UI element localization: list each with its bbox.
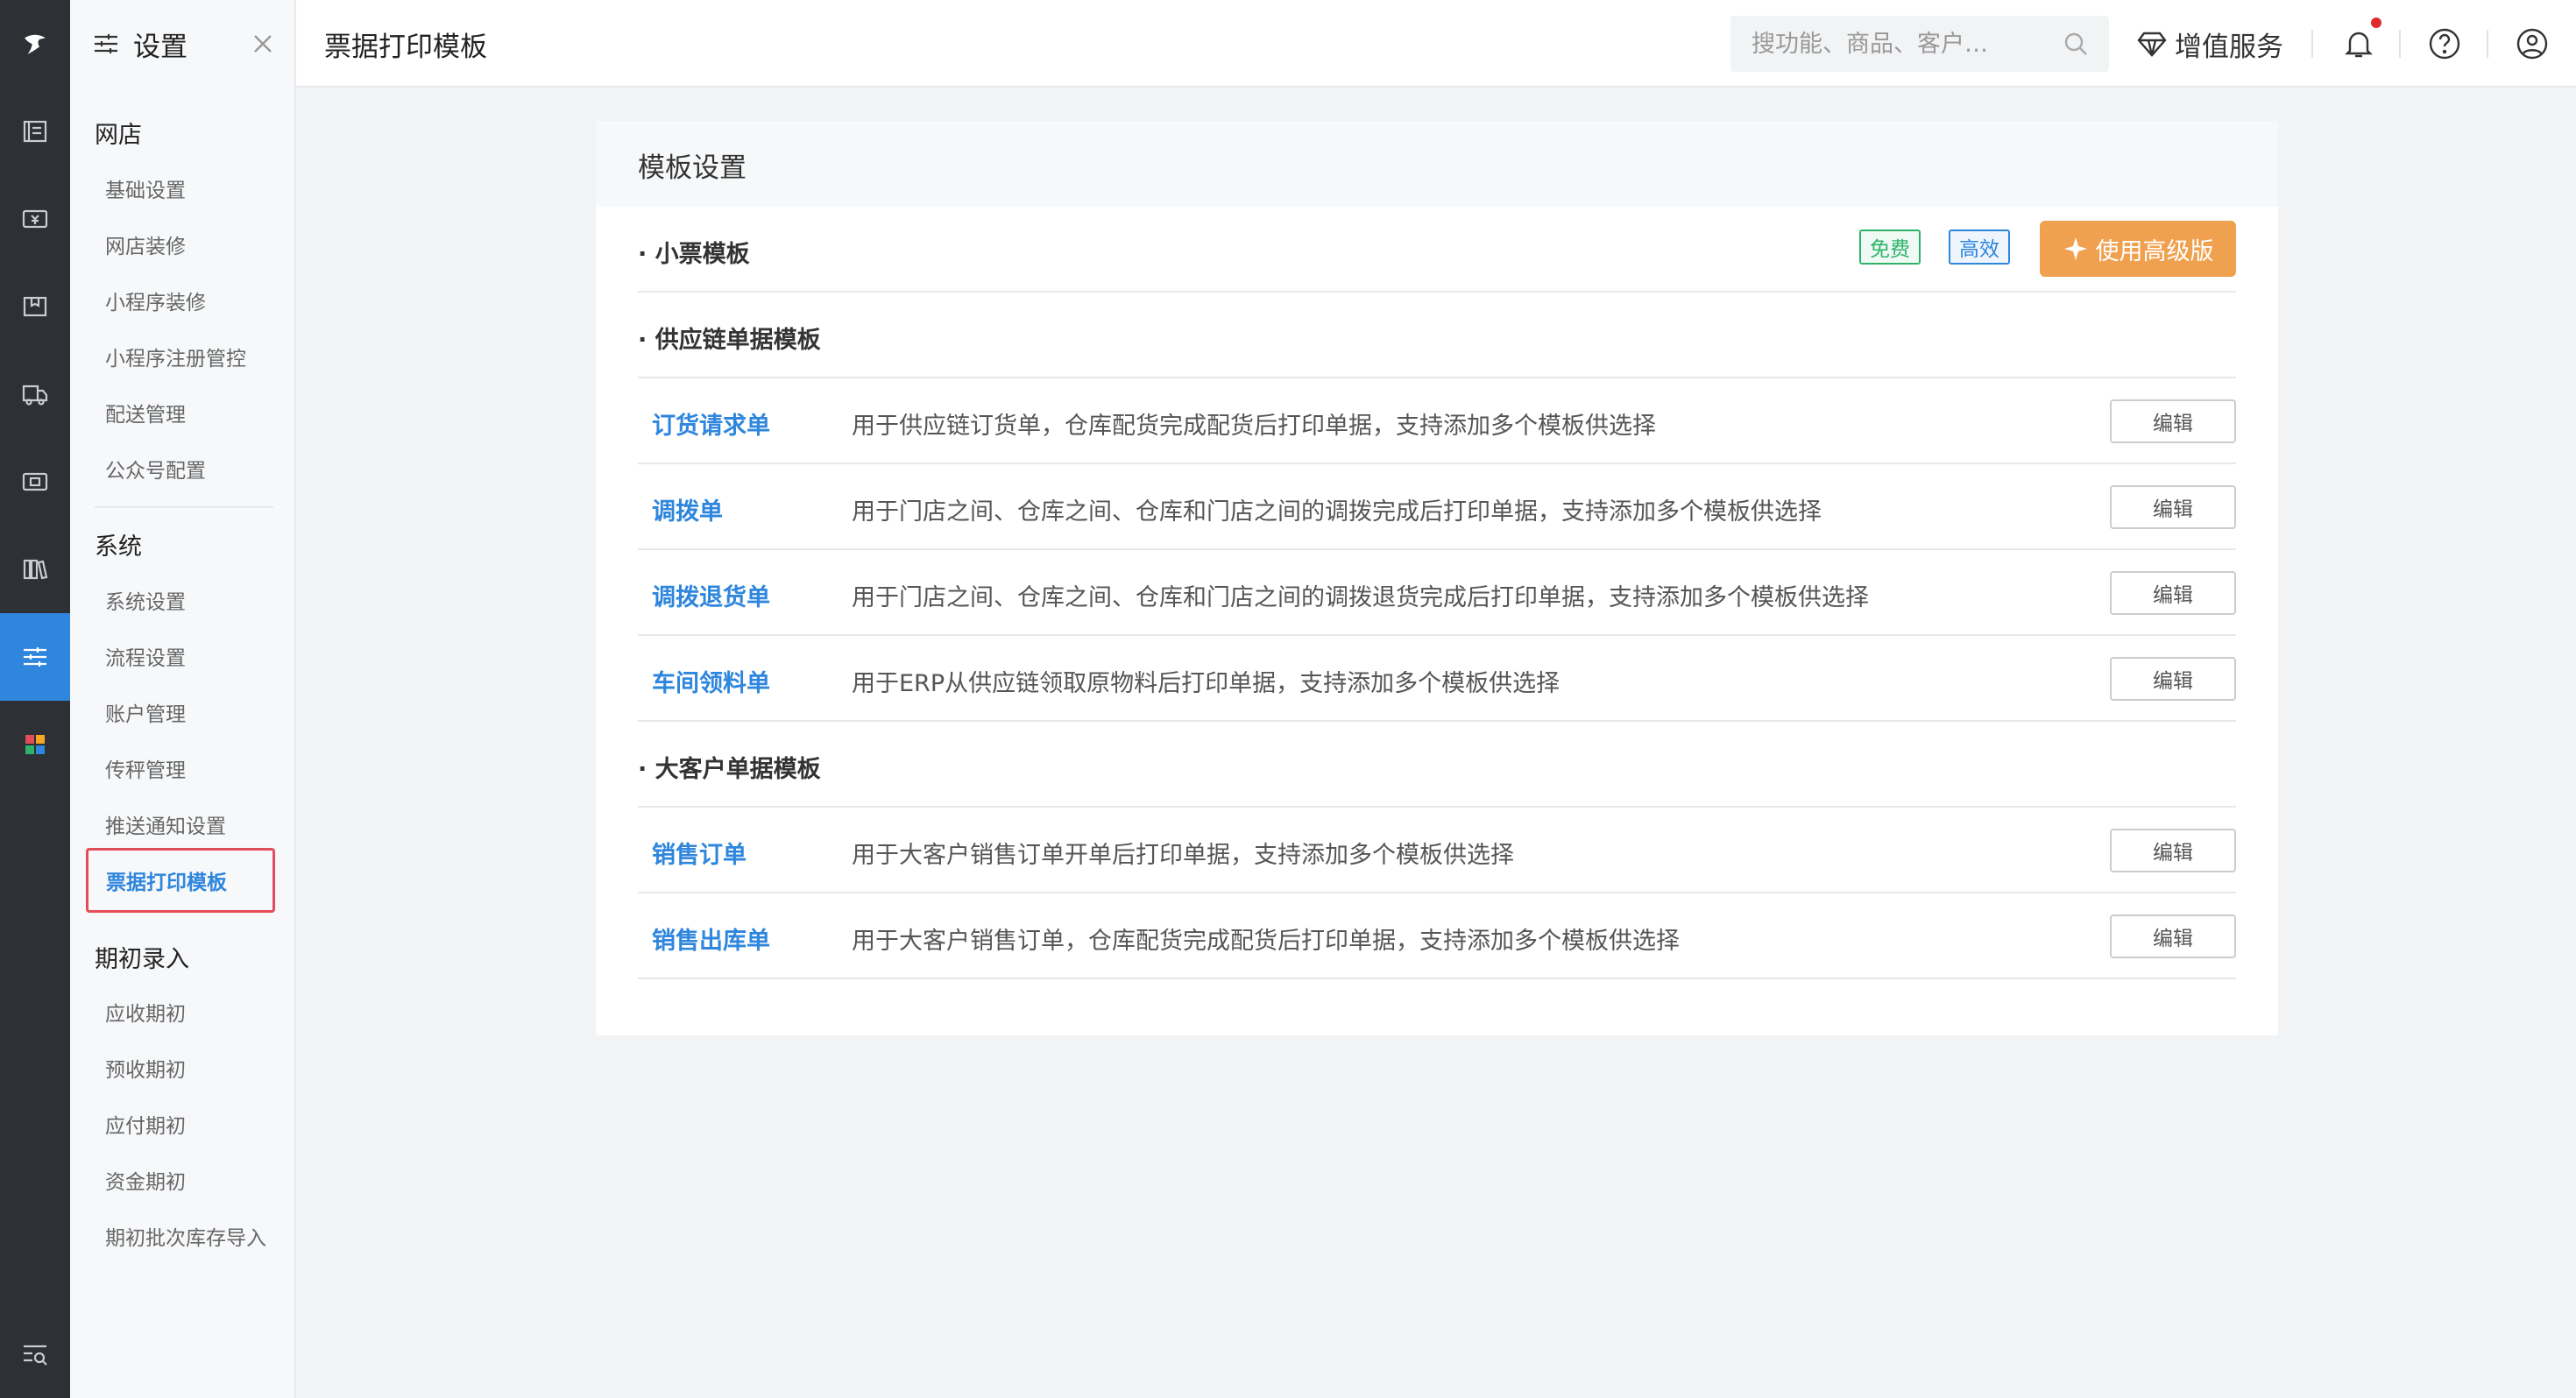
- sidebar-item-payable-opening[interactable]: 应付期初: [105, 1109, 186, 1139]
- sidebar-group-wangdian: 网店: [95, 122, 142, 149]
- sidebar-item-advance-receipt-opening[interactable]: 预收期初: [105, 1053, 186, 1083]
- key-customer-section: · 大客户单据模板: [638, 722, 2236, 808]
- template-description: 用于供应链订货单，仓库配货完成配货后打印单据，支持添加多个模板供选择: [852, 413, 1656, 440]
- value-added-services-button[interactable]: 增值服务: [2136, 23, 2283, 65]
- topbar-divider: [2311, 30, 2313, 58]
- settings-sidebar: 设置 网店 基础设置 网店装修 小程序装修 小程序注册管控 配送管理 公众号配置…: [70, 0, 296, 1398]
- template-row: 车间领料单 用于ERP从供应链领取原物料后打印单据，支持添加多个模板供选择 编辑: [638, 636, 2236, 722]
- search-list-icon[interactable]: [0, 1310, 70, 1398]
- sidebar-item-account-management[interactable]: 账户管理: [105, 697, 186, 727]
- efficient-badge: 高效: [1949, 229, 2010, 265]
- template-name-link[interactable]: 订货请求单: [652, 406, 770, 441]
- sidebar-item-push-notification[interactable]: 推送通知设置: [105, 809, 226, 839]
- sidebar-divider: [95, 506, 273, 508]
- edit-button[interactable]: 编辑: [2110, 914, 2236, 958]
- cash-icon[interactable]: [0, 175, 70, 263]
- sidebar-item-basic-settings[interactable]: 基础设置: [105, 173, 186, 203]
- notification-dot: [2371, 18, 2381, 28]
- package-icon[interactable]: [0, 263, 70, 350]
- sidebar-title: 设置: [133, 31, 188, 63]
- global-search: [1730, 16, 2109, 72]
- sidebar-header: 设置: [70, 0, 294, 88]
- sidebar-item-miniprogram-decoration[interactable]: 小程序装修: [105, 286, 206, 315]
- receipt-section-title: · 小票模板: [638, 241, 750, 268]
- diamond-icon: [2137, 32, 2167, 57]
- template-row: 调拨单 用于门店之间、仓库之间、仓库和门店之间的调拨完成后打印单据，支持添加多个…: [638, 464, 2236, 550]
- edit-button[interactable]: 编辑: [2110, 571, 2236, 615]
- top-bar: 票据打印模板 增值服务: [296, 0, 2576, 88]
- customer-section-title: · 大客户单据模板: [638, 756, 821, 783]
- template-row: 订货请求单 用于供应链订货单，仓库配货完成配货后打印单据，支持添加多个模板供选择…: [638, 378, 2236, 464]
- value-added-services-label: 增值服务: [2175, 31, 2283, 63]
- card-icon[interactable]: [0, 438, 70, 526]
- sidebar-item-batch-stock-import[interactable]: 期初批次库存导入: [105, 1221, 266, 1251]
- apps-grid-icon[interactable]: [0, 701, 70, 788]
- report-icon[interactable]: [0, 88, 70, 175]
- supply-chain-section: · 供应链单据模板: [638, 293, 2236, 378]
- template-name-link[interactable]: 销售出库单: [652, 921, 770, 956]
- edit-button[interactable]: 编辑: [2110, 485, 2236, 529]
- template-settings-card: 模板设置 · 小票模板 免费 高效 使用高级版 · 供应链单据模板 订货请求单 …: [596, 121, 2278, 1035]
- search-input[interactable]: [1730, 16, 2055, 72]
- supply-section-title: · 供应链单据模板: [638, 327, 821, 354]
- search-icon[interactable]: [2062, 30, 2090, 58]
- template-name-link[interactable]: 销售订单: [652, 836, 747, 870]
- card-title: 模板设置: [638, 152, 747, 184]
- template-description: 用于门店之间、仓库之间、仓库和门店之间的调拨完成后打印单据，支持添加多个模板供选…: [852, 498, 1822, 526]
- sidebar-item-process-settings[interactable]: 流程设置: [105, 641, 186, 671]
- template-description: 用于门店之间、仓库之间、仓库和门店之间的调拨退货完成后打印单据，支持添加多个模板…: [852, 584, 1869, 611]
- sidebar-item-receivable-opening[interactable]: 应收期初: [105, 997, 186, 1027]
- sidebar-item-delivery[interactable]: 配送管理: [105, 398, 186, 427]
- sidebar-item-store-decoration[interactable]: 网店装修: [105, 229, 186, 259]
- close-icon[interactable]: [249, 30, 277, 58]
- logo-icon[interactable]: [0, 0, 70, 88]
- sidebar-group-system: 系统: [95, 533, 142, 561]
- sidebar-item-official-account[interactable]: 公众号配置: [105, 454, 206, 484]
- edit-button[interactable]: 编辑: [2110, 399, 2236, 443]
- topbar-divider: [2399, 30, 2401, 58]
- page-title: 票据打印模板: [324, 32, 487, 63]
- sidebar-group-opening: 期初录入: [95, 946, 189, 973]
- books-icon[interactable]: [0, 526, 70, 613]
- settings-sliders-icon[interactable]: [0, 613, 70, 701]
- icon-rail: [0, 0, 70, 1398]
- help-icon[interactable]: [2427, 26, 2462, 61]
- sidebar-item-scale-management[interactable]: 传秤管理: [105, 753, 186, 783]
- settings-sliders-icon: [95, 34, 117, 53]
- use-pro-version-button[interactable]: 使用高级版: [2040, 221, 2236, 277]
- topbar-divider: [2487, 30, 2488, 58]
- truck-icon[interactable]: [0, 350, 70, 438]
- template-description: 用于ERP从供应链领取原物料后打印单据，支持添加多个模板供选择: [852, 670, 1560, 697]
- template-row: 销售出库单 用于大客户销售订单，仓库配货完成配货后打印单据，支持添加多个模板供选…: [638, 893, 2236, 979]
- template-name-link[interactable]: 调拨退货单: [652, 578, 770, 612]
- template-description: 用于大客户销售订单开单后打印单据，支持添加多个模板供选择: [852, 842, 1514, 869]
- sidebar-item-print-templates[interactable]: 票据打印模板: [86, 848, 275, 913]
- sparkle-icon: [2063, 237, 2087, 260]
- template-name-link[interactable]: 调拨单: [652, 492, 723, 526]
- free-badge: 免费: [1859, 229, 1921, 265]
- template-name-link[interactable]: 车间领料单: [652, 664, 770, 698]
- template-row: 调拨退货单 用于门店之间、仓库之间、仓库和门店之间的调拨退货完成后打印单据，支持…: [638, 550, 2236, 636]
- template-description: 用于大客户销售订单，仓库配货完成配货后打印单据，支持添加多个模板供选择: [852, 928, 1680, 955]
- sidebar-item-fund-opening[interactable]: 资金期初: [105, 1165, 186, 1195]
- sidebar-item-miniprogram-registration[interactable]: 小程序注册管控: [105, 342, 246, 371]
- sidebar-item-system-settings[interactable]: 系统设置: [105, 585, 186, 615]
- edit-button[interactable]: 编辑: [2110, 657, 2236, 701]
- card-header: 模板设置: [596, 121, 2278, 207]
- template-row: 销售订单 用于大客户销售订单开单后打印单据，支持添加多个模板供选择 编辑: [638, 808, 2236, 893]
- edit-button[interactable]: 编辑: [2110, 829, 2236, 872]
- bell-icon[interactable]: [2341, 26, 2376, 61]
- user-avatar-icon[interactable]: [2515, 26, 2550, 61]
